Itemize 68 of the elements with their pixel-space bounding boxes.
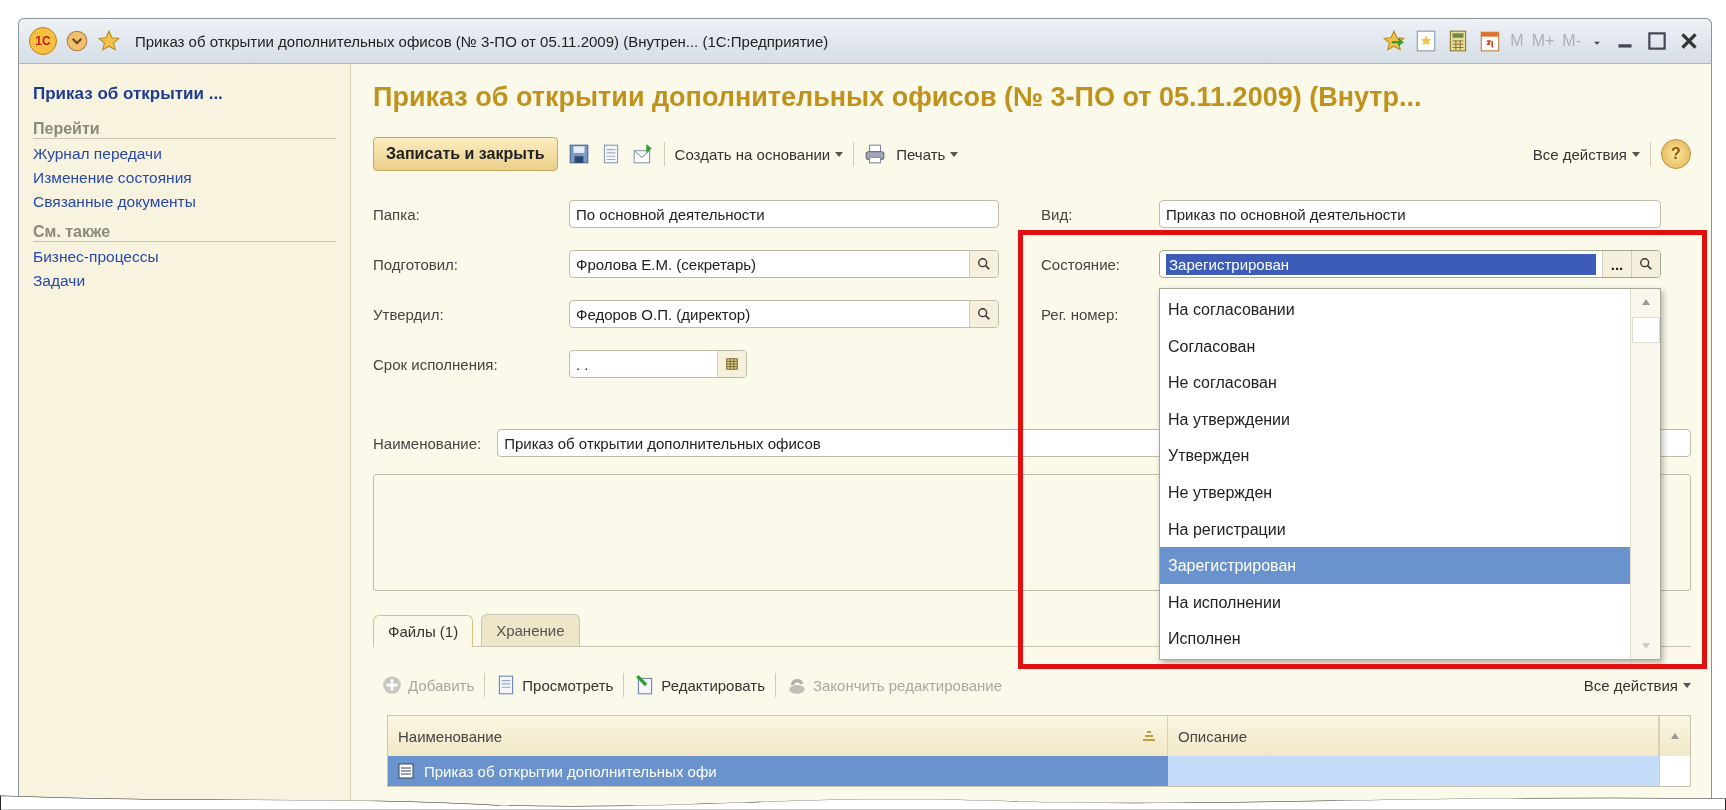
prepared-by-field[interactable]: Фролова Е.М. (секретарь) — [569, 250, 999, 278]
sidebar-heading: Перейти — [33, 120, 336, 139]
help-button[interactable]: ? — [1661, 139, 1691, 169]
dropdown-option[interactable]: Не утвержден — [1160, 473, 1630, 511]
maximize-icon[interactable] — [1645, 29, 1669, 53]
envelope-arrow-icon[interactable] — [631, 143, 654, 165]
field-label: Состояние: — [1040, 255, 1121, 273]
folder-field[interactable]: По основной деятельности — [569, 200, 999, 228]
save-icon[interactable] — [567, 143, 590, 165]
sidebar-link[interactable]: Связанные документы — [33, 193, 196, 211]
caret-icon — [835, 150, 844, 158]
scrollbar[interactable] — [1630, 289, 1660, 659]
star-arrow-icon[interactable] — [1382, 29, 1407, 53]
field-label: Вид: — [1040, 205, 1074, 223]
text-area[interactable] — [373, 474, 1691, 591]
choose-button[interactable]: ... — [1602, 251, 1631, 277]
caret-icon — [1632, 150, 1640, 158]
document-icon — [398, 763, 416, 779]
logo-icon[interactable]: 1С — [29, 27, 57, 55]
sort-icon — [1141, 730, 1157, 742]
search-icon[interactable] — [969, 301, 998, 327]
field-label: Подготовил: — [373, 255, 459, 273]
sidebar-link[interactable]: Изменение состояния — [33, 169, 192, 187]
dropdown-option[interactable]: На исполнении — [1160, 583, 1630, 621]
caret-icon — [950, 150, 959, 158]
create-based-on-button[interactable]: Создать на основании — [674, 145, 844, 163]
field-label: Наименование: — [373, 434, 482, 452]
tab[interactable]: Хранение — [481, 614, 580, 646]
dropdown-option[interactable]: Согласован — [1160, 327, 1630, 365]
approved-by-field[interactable]: Федоров О.П. (директор) — [569, 300, 999, 328]
dropdown-circle-icon[interactable] — [65, 29, 89, 53]
sidebar-heading: См. также — [33, 223, 336, 242]
view-button[interactable]: Просмотреть — [495, 674, 614, 696]
dropdown-option[interactable]: На регистрации — [1160, 510, 1630, 548]
dropdown-option[interactable]: Исполнен — [1160, 620, 1630, 657]
print-button[interactable]: Печать — [896, 145, 959, 163]
calendar-icon[interactable] — [717, 351, 746, 377]
all-actions-button[interactable]: Все действия — [1583, 676, 1691, 694]
form-title: Приказ об открытии дополнительных офисов (№ 3-ПО от 05.11.2009) (Внутр... — [373, 82, 1423, 113]
scroll-up-icon[interactable] — [1640, 297, 1651, 307]
sidebar-link[interactable]: Задачи — [33, 272, 86, 290]
state-field[interactable]: Зарегистрирован ... — [1159, 250, 1661, 278]
search-icon[interactable] — [1631, 251, 1660, 277]
state-value: Зарегистрирован — [1166, 253, 1596, 275]
dropdown-option[interactable]: На согласовании — [1160, 291, 1630, 328]
table-cell: Приказ об открытии дополнительных офи — [424, 762, 717, 780]
search-icon[interactable] — [969, 251, 998, 277]
save-and-close-button[interactable]: Записать и закрыть — [373, 137, 558, 171]
sidebar-link[interactable]: Бизнес-процессы — [33, 248, 159, 266]
plus-circle-icon — [381, 674, 403, 696]
sidebar-link[interactable]: Журнал передачи — [33, 145, 162, 163]
sidebar-title: Приказ об открытии ... — [33, 84, 224, 104]
field-label: Срок исполнения: — [373, 355, 499, 373]
all-actions-button[interactable]: Все действия — [1532, 145, 1640, 163]
tab[interactable]: Файлы (1) — [373, 615, 474, 647]
field-label: Утвердил: — [373, 305, 445, 323]
due-date-field[interactable]: . . — [569, 350, 747, 378]
edit-button[interactable]: Редактировать — [634, 674, 765, 696]
kind-field[interactable]: Приказ по основной деятельности — [1159, 200, 1661, 228]
field-label: Рег. номер: — [1040, 305, 1120, 323]
caret-icon — [1683, 681, 1691, 689]
window-title: Приказ об открытии дополнительных офисов (№ 3-ПО от 05.11.2009) (Внутрен... (1С:Предприятие) — [135, 32, 830, 50]
field-label: Папка: — [373, 205, 421, 223]
scrollbar-thumb[interactable] — [1631, 317, 1660, 343]
printer-icon[interactable] — [864, 143, 887, 165]
dropdown-option[interactable]: Не согласован — [1160, 364, 1630, 401]
scroll-up-icon[interactable] — [1670, 731, 1680, 741]
star-icon[interactable] — [97, 29, 121, 53]
